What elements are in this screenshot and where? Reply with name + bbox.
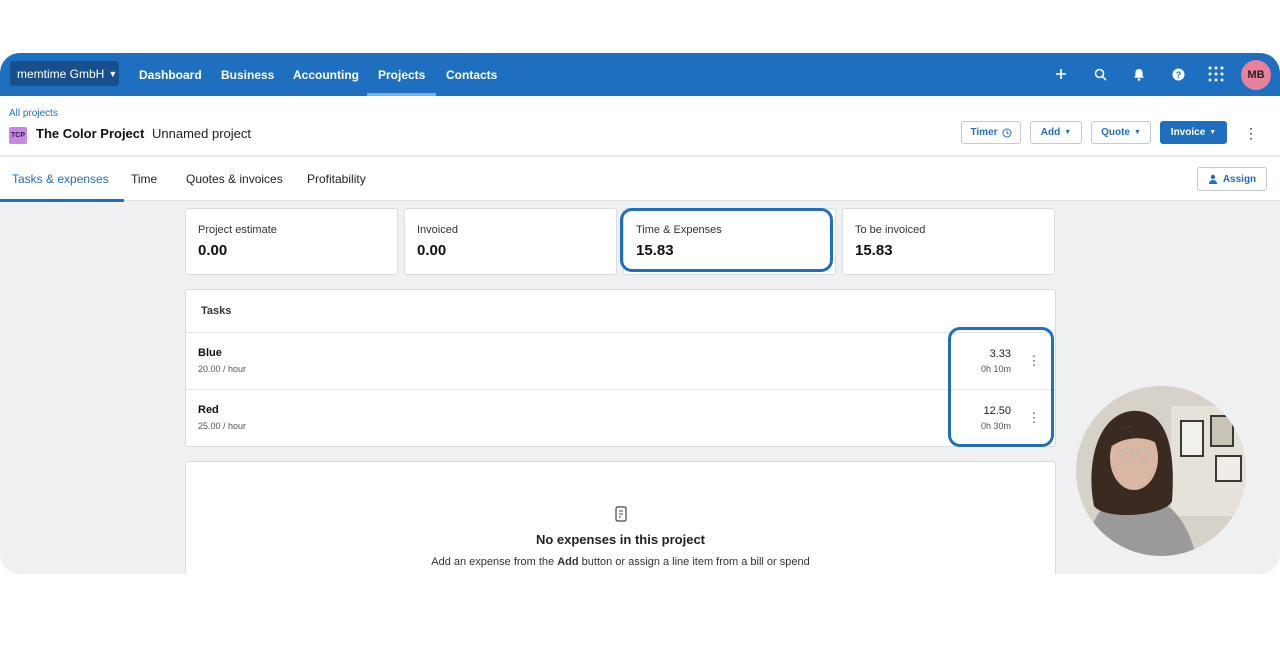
project-header: All projects TCP The Color Project Unnam… — [0, 96, 1280, 156]
breadcrumb-all-projects[interactable]: All projects — [9, 108, 58, 119]
summary-value: 15.83 — [855, 242, 893, 259]
summary-card-invoiced: Invoiced 0.00 — [404, 208, 617, 275]
org-name: memtime GmbH — [17, 66, 105, 81]
chevron-down-icon: ▼ — [108, 68, 118, 79]
quote-button[interactable]: Quote ▼ — [1091, 121, 1151, 144]
top-nav-bar: memtime GmbH ▼ Dashboard Business Accoun… — [0, 53, 1280, 96]
org-switcher[interactable]: memtime GmbH ▼ — [10, 61, 119, 86]
chevron-down-icon: ▼ — [1064, 129, 1072, 136]
tab-tasks-expenses[interactable]: Tasks & expenses — [0, 157, 124, 202]
apps-grid-icon[interactable] — [1206, 64, 1226, 84]
empty-state-text-prefix: Add an expense from the — [431, 556, 558, 568]
summary-card-to-be-invoiced: To be invoiced 15.83 — [842, 208, 1055, 275]
task-name: Blue — [198, 347, 222, 359]
tab-time[interactable]: Time — [131, 157, 157, 201]
task-row[interactable]: Red 25.00 / hour 12.50 0h 30m ⋮ — [186, 390, 1055, 447]
add-button[interactable]: Add ▼ — [1030, 121, 1082, 144]
invoice-button-label: Invoice — [1170, 127, 1206, 138]
plus-icon[interactable] — [1051, 64, 1071, 84]
receipt-icon — [615, 506, 627, 522]
chevron-down-icon: ▼ — [1209, 129, 1217, 136]
search-icon[interactable] — [1090, 64, 1110, 84]
empty-state-text-suffix: button or assign a line item from a bill… — [578, 556, 810, 568]
clock-icon — [1002, 128, 1012, 137]
assign-button-label: Assign — [1222, 173, 1257, 185]
summary-value: 0.00 — [417, 242, 447, 259]
task-row[interactable]: Blue 20.00 / hour 3.33 0h 10m ⋮ — [186, 333, 1055, 390]
expenses-panel: No expenses in this project Add an expen… — [185, 461, 1056, 574]
more-options-icon[interactable]: ⋮ — [1243, 123, 1259, 143]
webcam-overlay — [1076, 386, 1246, 556]
nav-projects[interactable]: Projects — [366, 53, 437, 96]
highlight-time-expenses — [620, 208, 833, 272]
nav-contacts[interactable]: Contacts — [446, 53, 497, 96]
quote-button-label: Quote — [1101, 127, 1130, 138]
tasks-panel: Tasks Blue 20.00 / hour 3.33 0h 10m ⋮ Re… — [185, 289, 1056, 447]
summary-card-project-estimate: Project estimate 0.00 — [185, 208, 398, 275]
empty-state-title: No expenses in this project — [535, 532, 706, 547]
add-button-label: Add — [1040, 127, 1061, 138]
task-rate: 20.00 / hour — [198, 364, 247, 374]
chevron-down-icon: ▼ — [1133, 129, 1141, 136]
project-tabs: Tasks & expenses Time Quotes & invoices … — [0, 157, 1280, 202]
tasks-heading: Tasks — [186, 290, 1055, 333]
svg-text:?: ? — [1175, 70, 1181, 80]
project-badge: TCP — [9, 127, 27, 144]
bell-icon[interactable] — [1129, 64, 1149, 84]
empty-state-text-bold: Add — [557, 556, 579, 568]
summary-label: Invoiced — [417, 224, 458, 236]
task-rate: 25.00 / hour — [198, 421, 247, 431]
tab-quotes-invoices[interactable]: Quotes & invoices — [186, 157, 283, 201]
highlight-task-amounts — [948, 327, 1054, 447]
nav-accounting[interactable]: Accounting — [293, 53, 359, 96]
timer-button[interactable]: Timer — [961, 121, 1021, 144]
help-icon[interactable]: ? — [1168, 64, 1188, 84]
empty-state-description: Add an expense from the Add button or as… — [186, 556, 1055, 568]
timer-button-label: Timer — [970, 127, 998, 138]
summary-value: 0.00 — [198, 242, 228, 259]
assign-button[interactable]: Assign — [1197, 167, 1267, 191]
tab-profitability[interactable]: Profitability — [307, 157, 366, 201]
invoice-button[interactable]: Invoice ▼ — [1160, 121, 1227, 144]
nav-business[interactable]: Business — [221, 53, 274, 96]
summary-label: Project estimate — [198, 224, 277, 236]
page-title: The Color Project — [36, 126, 145, 141]
user-icon — [1208, 174, 1217, 184]
summary-label: To be invoiced — [855, 224, 926, 236]
task-name: Red — [198, 404, 219, 416]
project-subtitle: Unnamed project — [152, 126, 251, 141]
nav-dashboard[interactable]: Dashboard — [139, 53, 202, 96]
user-avatar[interactable]: MB — [1241, 60, 1271, 90]
